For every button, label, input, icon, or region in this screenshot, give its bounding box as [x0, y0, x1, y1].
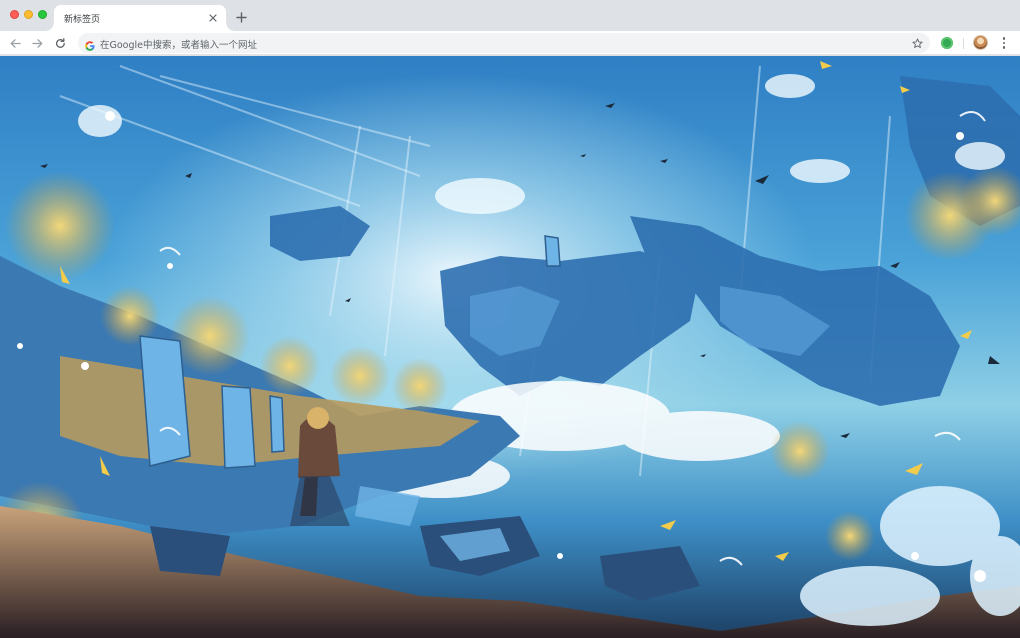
zoom-window-button[interactable]: [38, 10, 47, 19]
omnibox-placeholder: 在Google中搜索，或者输入一个网址: [100, 40, 258, 51]
close-icon[interactable]: [206, 11, 220, 25]
arrow-right-icon[interactable]: [28, 34, 46, 52]
toolbar-separator: [963, 38, 964, 49]
tab-strip: 新标签页: [0, 0, 1020, 31]
more-vertical-icon[interactable]: [997, 35, 1011, 51]
star-icon[interactable]: [910, 36, 924, 50]
green-extension-icon[interactable]: [941, 37, 953, 49]
tab-title: 新标签页: [64, 15, 101, 25]
omnibox[interactable]: 在Google中搜索，或者输入一个网址: [78, 33, 930, 53]
fantasy-floating-islands-wallpaper: [0, 56, 1020, 638]
google-g-icon: [85, 38, 95, 51]
reload-icon[interactable]: [51, 34, 69, 52]
close-window-button[interactable]: [10, 10, 19, 19]
arrow-left-icon[interactable]: [6, 34, 24, 52]
minimize-window-button[interactable]: [24, 10, 33, 19]
plus-icon[interactable]: [233, 9, 249, 25]
tab-new-tab[interactable]: 新标签页: [46, 5, 234, 31]
avatar[interactable]: [973, 35, 988, 50]
new-tab-page: [0, 56, 1020, 638]
toolbar: 在Google中搜索，或者输入一个网址: [0, 31, 1020, 55]
